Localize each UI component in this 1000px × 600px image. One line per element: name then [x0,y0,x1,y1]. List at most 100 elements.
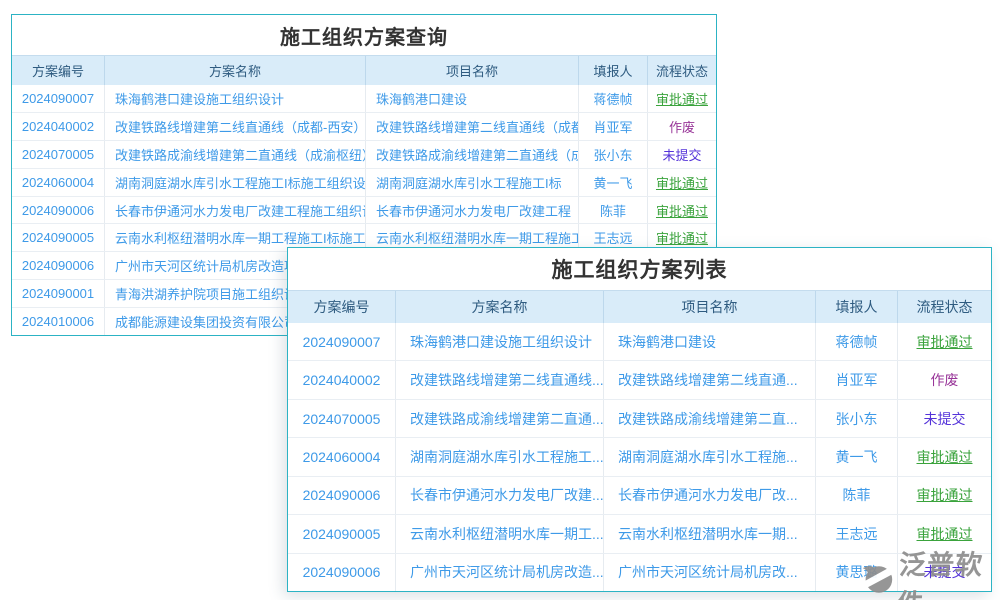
plan-name-cell: 长春市伊通河水力发电厂改建工程施工组织设计 [105,197,366,224]
table-row[interactable]: 2024040002改建铁路线增建第二线直通线...改建铁路线增建第二线直通..… [288,360,991,398]
table-row[interactable]: 2024090006广州市天河区统计局机房改造...广州市天河区统计局机房改..… [288,553,991,591]
plan-name-cell: 湖南洞庭湖水库引水工程施工I标施工组织设计 [105,169,366,196]
project-name-cell: 珠海鹤港口建设 [366,85,579,112]
status-link: 未提交 [662,145,701,164]
plan-id-cell: 2024060004 [288,438,396,475]
plan-name-cell: 改建铁路成渝线增建第二直通线（成渝枢纽） [105,141,366,168]
status-cell: 审批通过 [648,85,716,112]
status-cell: 审批通过 [898,515,991,552]
page: 施工组织方案查询 方案编号方案名称项目名称填报人流程状态 2024090007珠… [0,0,1000,600]
plan-id-cell: 2024010006 [12,308,105,335]
filler-cell: 王志远 [816,515,898,552]
plan-name-cell: 云南水利枢纽潜明水库一期工... [396,515,604,552]
table-row[interactable]: 2024090007珠海鹤港口建设施工组织设计珠海鹤港口建设蒋德帧审批通过 [12,85,716,112]
project-name-cell: 珠海鹤港口建设 [604,323,816,360]
column-header-project: 项目名称 [366,56,579,85]
plan-id-cell: 2024090007 [12,85,105,112]
plan-name-cell: 改建铁路成渝线增建第二直通... [396,400,604,437]
status-cell: 审批通过 [898,438,991,475]
filler-cell: 黄思璐 [816,554,898,591]
plan-id-cell: 2024090001 [12,280,105,307]
column-header-filler: 填报人 [816,291,898,323]
filler-cell: 肖亚军 [816,361,898,398]
status-cell: 审批通过 [648,197,716,224]
status-link[interactable]: 审批通过 [917,524,973,544]
plan-id-cell: 2024090006 [12,252,105,279]
plan-id-cell: 2024090006 [288,554,396,591]
table-row[interactable]: 2024070005改建铁路成渝线增建第二直通...改建铁路成渝线增建第二直..… [288,399,991,437]
plan-id-cell: 2024090007 [288,323,396,360]
column-header-project: 项目名称 [604,291,816,323]
plan-name-cell: 改建铁路线增建第二线直通线（成都-西安）配 [105,113,366,140]
table-row[interactable]: 2024060004湖南洞庭湖水库引水工程施工I标施工组织设计湖南洞庭湖水库引水… [12,168,716,196]
column-header-filler: 填报人 [579,56,648,85]
status-link[interactable]: 审批通过 [917,485,973,505]
plan-name-cell: 湖南洞庭湖水库引水工程施工... [396,438,604,475]
table-row[interactable]: 2024090005云南水利枢纽潜明水库一期工...云南水利枢纽潜明水库一期..… [288,514,991,552]
project-name-cell: 长春市伊通河水力发电厂改... [604,477,816,514]
plan-id-cell: 2024040002 [12,113,105,140]
status-cell: 审批通过 [648,169,716,196]
status-cell: 作废 [648,113,716,140]
status-link[interactable]: 审批通过 [656,173,708,192]
project-name-cell: 湖南洞庭湖水库引水工程施... [604,438,816,475]
list-table-body: 2024090007珠海鹤港口建设施工组织设计珠海鹤港口建设蒋德帧审批通过202… [288,323,991,591]
filler-cell: 陈菲 [816,477,898,514]
filler-cell: 蒋德帧 [816,323,898,360]
plan-id-cell: 2024090006 [288,477,396,514]
column-header-name: 方案名称 [396,291,604,323]
plan-name-cell: 广州市天河区统计局机房改造... [396,554,604,591]
status-cell: 未提交 [898,400,991,437]
status-link[interactable]: 审批通过 [917,447,973,467]
project-name-cell: 湖南洞庭湖水库引水工程施工I标 [366,169,579,196]
filler-cell: 蒋德帧 [579,85,648,112]
filler-cell: 黄一飞 [579,169,648,196]
status-link[interactable]: 审批通过 [656,89,708,108]
list-table-window: 施工组织方案列表 方案编号方案名称项目名称填报人流程状态 2024090007珠… [287,247,992,592]
column-header-id: 方案编号 [12,56,105,85]
column-header-id: 方案编号 [288,291,396,323]
status-link[interactable]: 审批通过 [656,228,708,247]
column-header-status: 流程状态 [648,56,716,85]
project-name-cell: 改建铁路线增建第二线直通... [604,361,816,398]
status-link: 作废 [669,117,695,136]
filler-cell: 肖亚军 [579,113,648,140]
plan-id-cell: 2024090005 [12,224,105,251]
column-header-status: 流程状态 [898,291,991,323]
plan-name-cell: 长春市伊通河水力发电厂改建... [396,477,604,514]
plan-name-cell: 珠海鹤港口建设施工组织设计 [105,85,366,112]
project-name-cell: 改建铁路成渝线增建第二直通线（成 [366,141,579,168]
list-table-title: 施工组织方案列表 [288,248,991,290]
plan-id-cell: 2024060004 [12,169,105,196]
plan-id-cell: 2024090005 [288,515,396,552]
table-row[interactable]: 2024040002改建铁路线增建第二线直通线（成都-西安）配改建铁路线增建第二… [12,112,716,140]
plan-name-cell: 改建铁路线增建第二线直通线... [396,361,604,398]
table-row[interactable]: 2024060004湖南洞庭湖水库引水工程施工...湖南洞庭湖水库引水工程施..… [288,437,991,475]
status-cell: 审批通过 [898,323,991,360]
filler-cell: 黄一飞 [816,438,898,475]
filler-cell: 张小东 [579,141,648,168]
filler-cell: 张小东 [816,400,898,437]
status-cell: 审批通过 [898,477,991,514]
status-link: 未提交 [924,409,966,429]
status-link: 未提交 [924,562,966,582]
project-name-cell: 云南水利枢纽潜明水库一期... [604,515,816,552]
project-name-cell: 长春市伊通河水力发电厂改建工程 [366,197,579,224]
plan-id-cell: 2024090006 [12,197,105,224]
plan-id-cell: 2024070005 [288,400,396,437]
status-link[interactable]: 审批通过 [917,332,973,352]
plan-id-cell: 2024070005 [12,141,105,168]
table-row[interactable]: 2024070005改建铁路成渝线增建第二直通线（成渝枢纽）改建铁路成渝线增建第… [12,140,716,168]
status-link: 作废 [931,370,959,390]
table-row[interactable]: 2024090007珠海鹤港口建设施工组织设计珠海鹤港口建设蒋德帧审批通过 [288,323,991,360]
status-link[interactable]: 审批通过 [656,201,708,220]
status-cell: 未提交 [648,141,716,168]
status-cell: 未提交 [898,554,991,591]
table-row[interactable]: 2024090006长春市伊通河水力发电厂改建...长春市伊通河水力发电厂改..… [288,476,991,514]
table-row[interactable]: 2024090006长春市伊通河水力发电厂改建工程施工组织设计长春市伊通河水力发… [12,196,716,224]
plan-name-cell: 珠海鹤港口建设施工组织设计 [396,323,604,360]
filler-cell: 陈菲 [579,197,648,224]
list-table-header: 方案编号方案名称项目名称填报人流程状态 [288,290,991,323]
status-cell: 作废 [898,361,991,398]
column-header-name: 方案名称 [105,56,366,85]
